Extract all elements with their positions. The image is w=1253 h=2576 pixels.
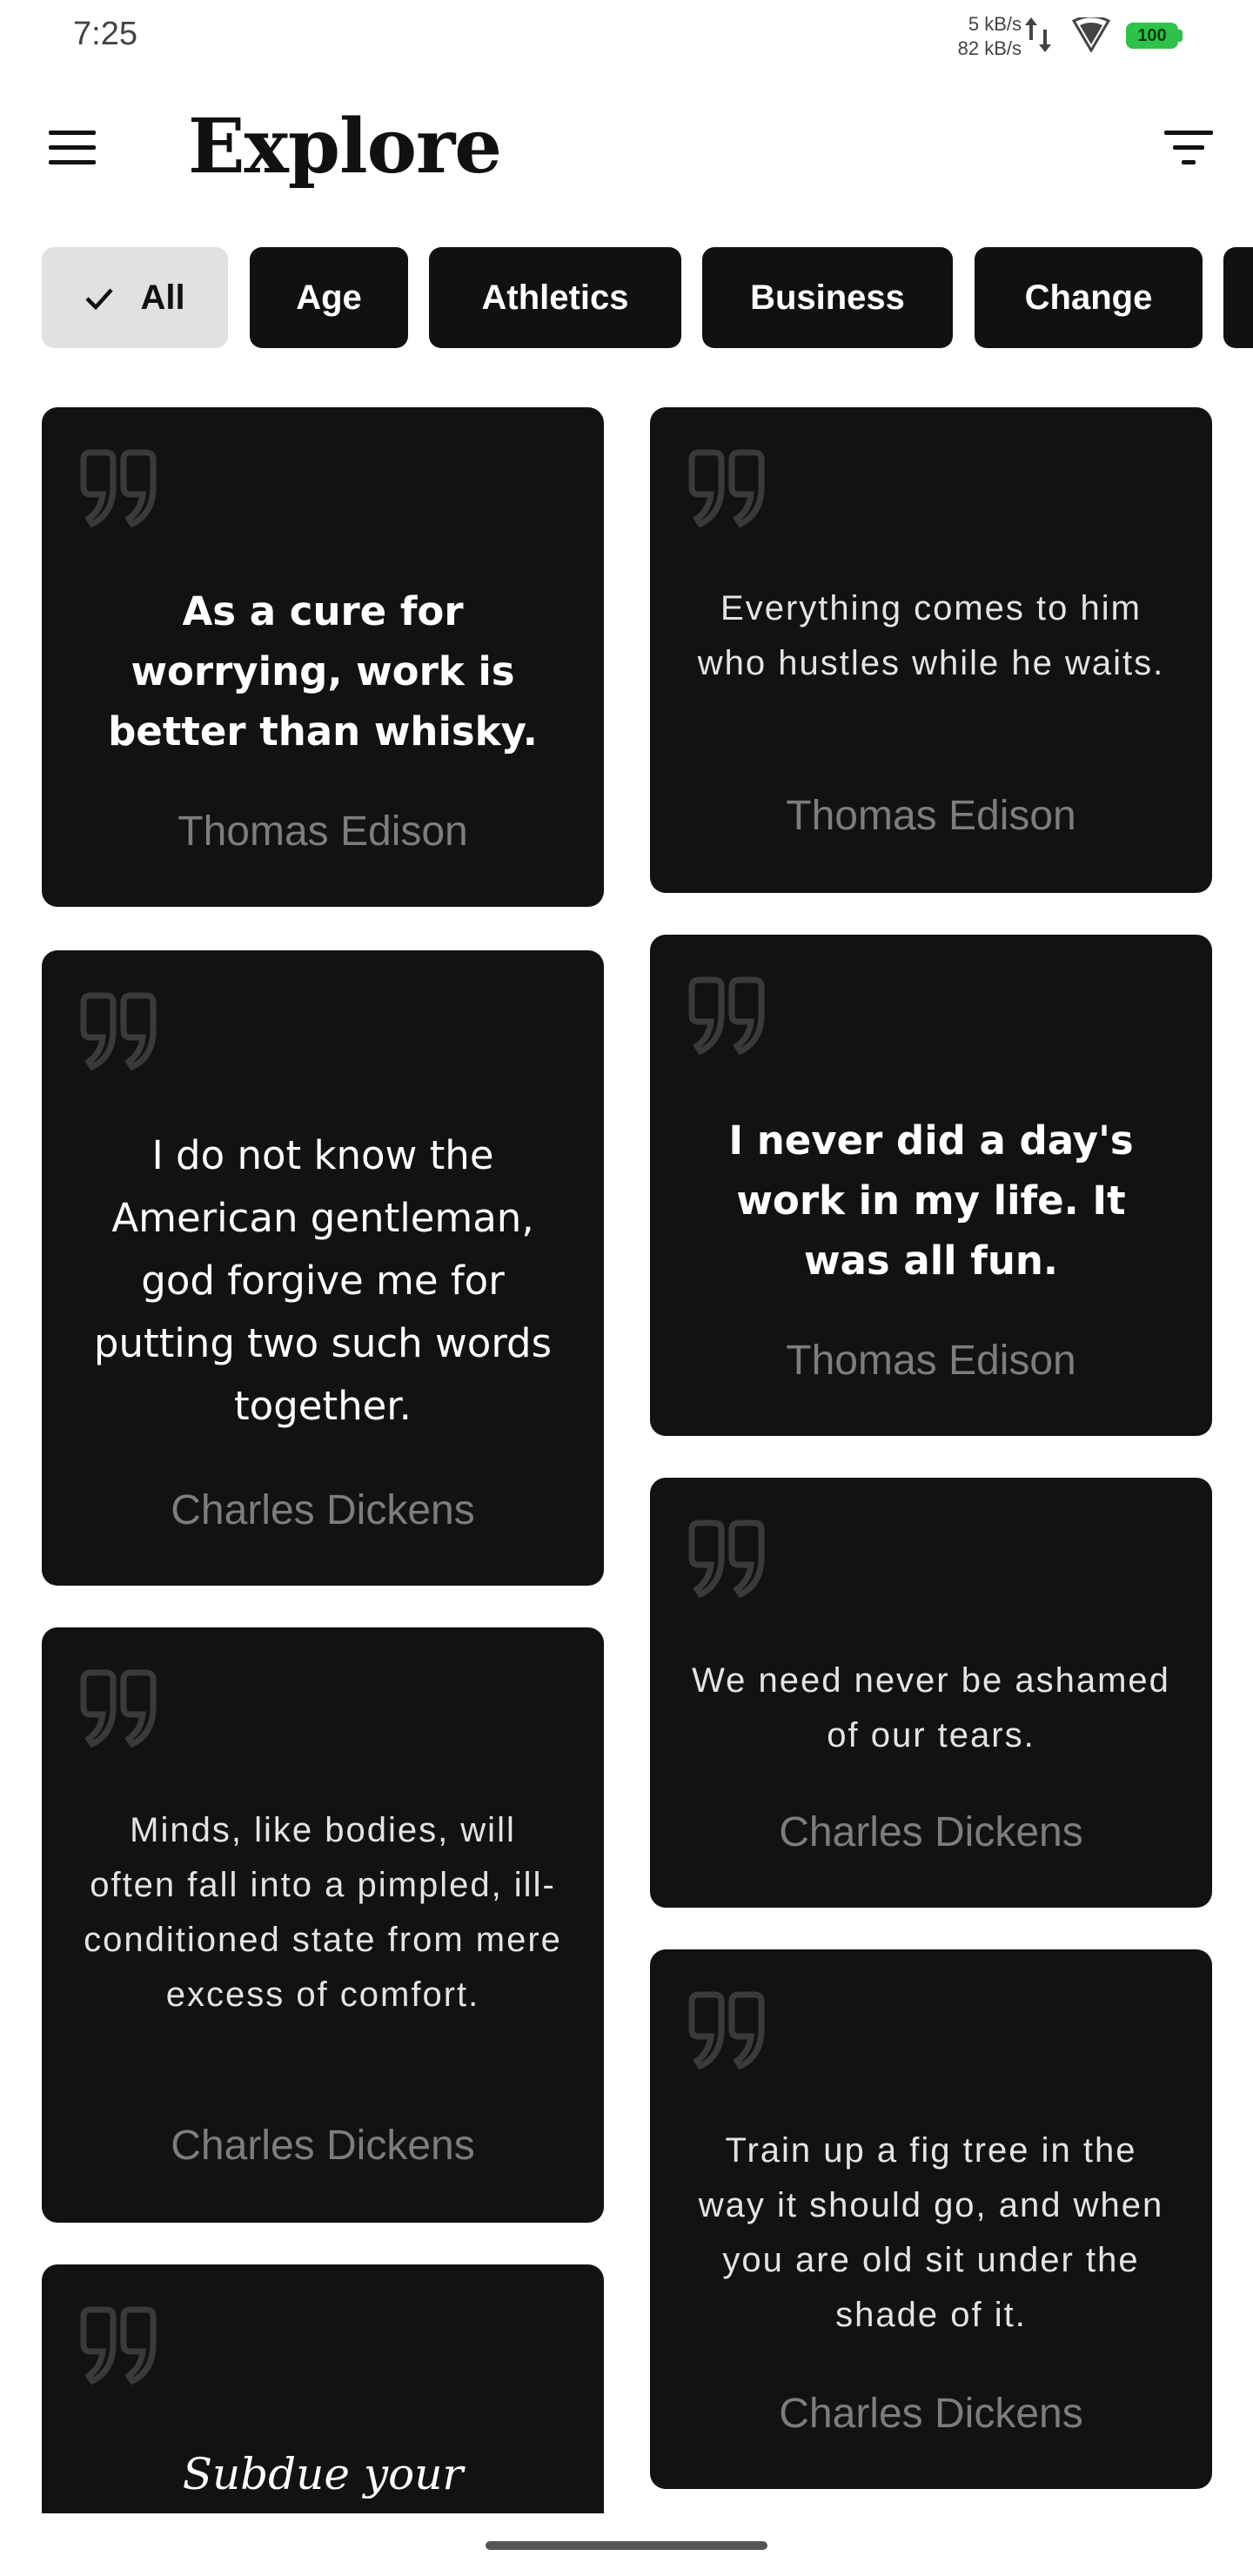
- quote-author: Thomas Edison: [786, 1338, 1076, 1384]
- quote-text: We need never be ashamed of our tears.: [692, 1661, 1170, 1754]
- chip-label: Age: [296, 278, 362, 317]
- quote-card[interactable]: I do not know the American gentleman, go…: [42, 950, 604, 1586]
- quote-card[interactable]: We need never be ashamed of our tears. C…: [650, 1478, 1212, 1908]
- quote-mark-icon: [688, 976, 765, 1055]
- home-indicator[interactable]: [486, 2541, 767, 2550]
- chip-label: Business: [750, 278, 905, 317]
- quote-text: Train up a fig tree in the way it should…: [698, 2131, 1164, 2334]
- chip-age[interactable]: Age: [250, 247, 408, 348]
- network-speed: 5 kB/s 82 kB/s: [947, 12, 1022, 61]
- quote-card[interactable]: Minds, like bodies, will often fall into…: [42, 1627, 604, 2223]
- chip-label: Change: [1024, 278, 1153, 317]
- filter-sort-icon[interactable]: [1157, 122, 1218, 174]
- download-speed: 82 kB/s: [957, 37, 1022, 59]
- quote-author: Charles Dickens: [171, 2123, 475, 2169]
- quote-mark-icon: [688, 1991, 765, 2070]
- chip-label: Athletics: [481, 278, 629, 317]
- quote-author: Charles Dickens: [779, 1809, 1083, 1855]
- quote-author: Charles Dickens: [779, 2391, 1083, 2437]
- quote-card[interactable]: Subdue your appetites,: [42, 2264, 604, 2513]
- quote-author: Thomas Edison: [178, 808, 468, 855]
- quote-card[interactable]: I never did a day's work in my life. It …: [650, 935, 1212, 1436]
- quote-text: Subdue your appetites,: [182, 2449, 464, 2513]
- chip-label: All: [140, 278, 185, 317]
- upload-speed: 5 kB/s: [968, 13, 1022, 35]
- quote-text: I do not know the American gentleman, go…: [93, 1132, 553, 1429]
- quote-author: Thomas Edison: [786, 793, 1076, 839]
- quote-card[interactable]: Train up a fig tree in the way it should…: [650, 1949, 1212, 2489]
- quote-text: As a cure for worrying, work is better t…: [108, 588, 538, 755]
- quote-mark-icon: [80, 1669, 157, 1748]
- quote-text: I never did a day's work in my life. It …: [728, 1117, 1134, 1284]
- chip-next-partial[interactable]: [1223, 247, 1253, 348]
- check-icon: [85, 288, 114, 311]
- battery-indicator: 100: [1126, 23, 1178, 49]
- chip-business[interactable]: Business: [702, 247, 953, 348]
- quote-mark-icon: [80, 2306, 157, 2385]
- status-time: 7:25: [73, 16, 137, 52]
- battery-tip: [1178, 30, 1183, 42]
- chip-all[interactable]: All: [42, 247, 228, 348]
- quote-author: Charles Dickens: [171, 1487, 475, 1533]
- quote-card[interactable]: As a cure for worrying, work is better t…: [42, 407, 604, 907]
- quote-text: Everything comes to him who hustles whil…: [697, 589, 1165, 682]
- chip-change[interactable]: Change: [975, 247, 1203, 348]
- quote-mark-icon: [80, 449, 157, 527]
- data-transfer-icon: [1025, 17, 1051, 52]
- quote-card[interactable]: Everything comes to him who hustles whil…: [650, 407, 1212, 893]
- quote-mark-icon: [80, 992, 157, 1070]
- wifi-icon: [1072, 17, 1110, 52]
- status-bar: 7:25 5 kB/s 82 kB/s 100: [0, 0, 1253, 73]
- page-title: Explore: [188, 103, 502, 191]
- quote-mark-icon: [688, 1519, 765, 1598]
- quote-text: Minds, like bodies, will often fall into…: [84, 1811, 562, 2014]
- quote-mark-icon: [688, 449, 765, 527]
- hamburger-menu-icon[interactable]: [44, 122, 101, 174]
- category-chips: All Age Athletics Business Change: [42, 247, 1253, 348]
- chip-athletics[interactable]: Athletics: [429, 247, 681, 348]
